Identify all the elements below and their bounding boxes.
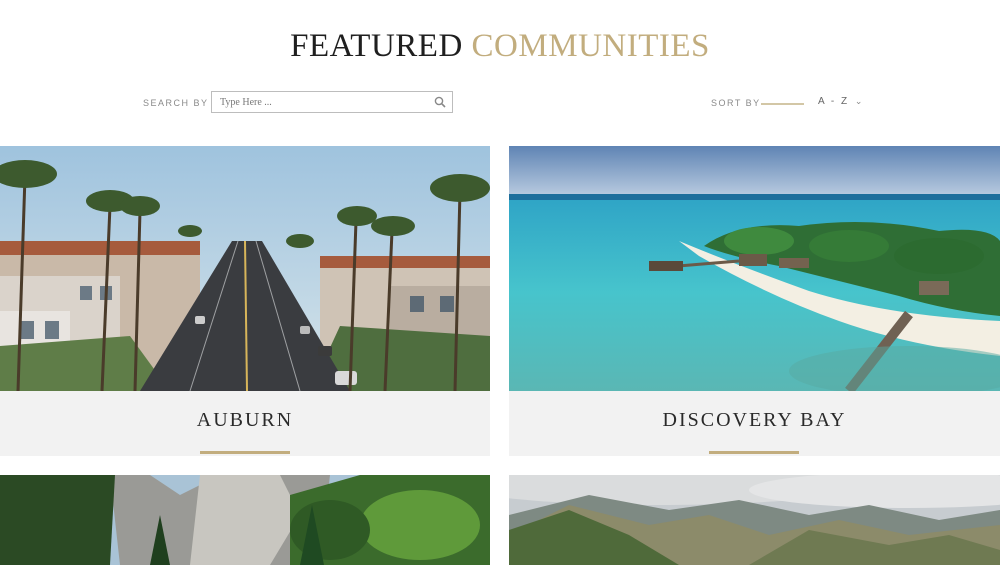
title-communities: COMMUNITIES: [471, 28, 710, 64]
search-icon[interactable]: [434, 96, 446, 108]
community-image-auburn[interactable]: [0, 146, 490, 391]
community-image-3[interactable]: [0, 475, 490, 565]
community-image-4[interactable]: [509, 475, 1000, 565]
community-underline-auburn: [200, 451, 290, 454]
title-featured: FEATURED: [290, 28, 463, 64]
community-name-auburn: AUBURN: [196, 409, 294, 431]
sort-divider: [761, 103, 804, 105]
community-card-4[interactable]: [509, 475, 1000, 565]
community-card-auburn[interactable]: AUBURN: [0, 146, 490, 456]
page-title: FEATURED COMMUNITIES: [0, 28, 1000, 65]
sort-dropdown[interactable]: A - Z ⌄: [818, 96, 864, 107]
sort-value: A - Z: [818, 96, 850, 107]
community-name-discovery-bay: DISCOVERY BAY: [662, 409, 847, 431]
community-underline-discovery-bay: [709, 451, 799, 454]
chevron-down-icon: ⌄: [854, 96, 865, 106]
community-card-3[interactable]: [0, 475, 490, 565]
search-input[interactable]: [212, 92, 422, 113]
community-card-discovery-bay[interactable]: DISCOVERY BAY: [509, 146, 1000, 456]
search-label: SEARCH BY: [143, 98, 209, 108]
search-box[interactable]: [211, 91, 453, 113]
sort-label: SORT BY: [711, 98, 761, 108]
community-image-discovery-bay[interactable]: [509, 146, 1000, 391]
